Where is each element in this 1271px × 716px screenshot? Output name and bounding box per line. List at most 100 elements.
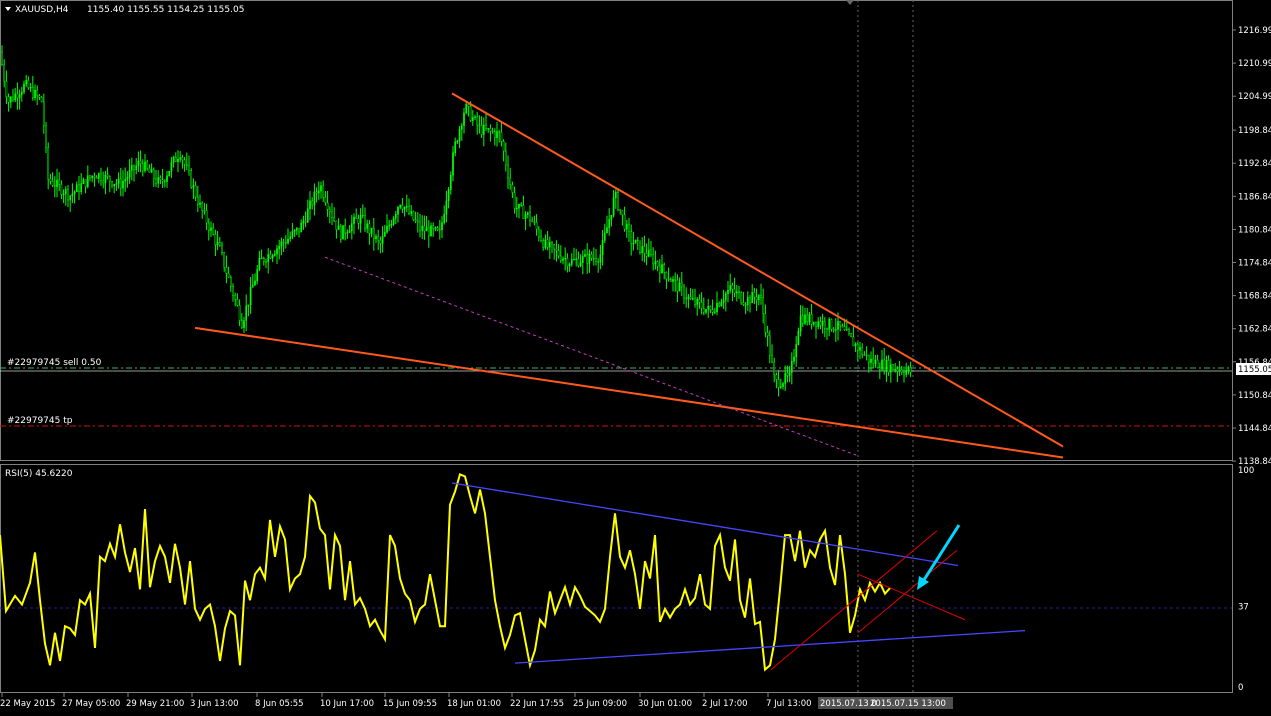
candle-body [144,161,146,172]
candle-body [47,147,50,180]
candle-body [474,116,476,118]
price-trendline[interactable] [451,92,1064,448]
candle-body [720,302,723,307]
candle-body [425,227,428,232]
time-tick-label: 25 Jun 09:00 [573,699,627,709]
candle-body [700,302,703,309]
candle-body [753,292,756,298]
candle-body [738,291,740,293]
candle-body [876,359,879,368]
candle-body [850,333,853,338]
candle-body [62,193,65,196]
candle-body [520,203,523,206]
chart-menu-triangle-icon[interactable] [5,7,11,11]
candle-body [89,175,91,179]
candle-body [764,313,767,333]
candle-body [368,223,371,234]
candle-body [95,176,98,179]
candle-body [141,163,144,172]
candle-body [608,219,611,228]
candle-body [529,212,531,221]
candle-body [199,202,201,205]
price-tick-label: 1144.84 [1238,424,1271,434]
candle-body [289,236,292,240]
candle-body [67,189,69,201]
candle-body [430,225,432,237]
candle-body [687,296,690,300]
candle-body [359,214,362,224]
candle-body [476,116,479,126]
candle-body [82,179,85,184]
candle-body [491,130,494,133]
candle-body [60,184,63,196]
candle-body [69,195,72,201]
candle-body [669,279,672,282]
candle-body [355,216,358,219]
rsi-trendline[interactable] [857,549,958,634]
candle-body [458,129,461,142]
arrow-annotation-icon[interactable] [917,524,961,590]
candle-body [654,261,657,265]
rsi-axis: 100 37 0 [1238,466,1254,693]
candle-body [779,386,782,388]
price-trendlines[interactable] [194,92,1064,459]
candle-body [234,295,237,300]
price-tick-label: 1150.84 [1238,391,1271,401]
candle-body [647,249,650,257]
candle-body [874,359,877,364]
time-tick-label: 2 Jul 17:00 [702,699,748,709]
candle-body [854,343,857,347]
candle-body [166,175,168,182]
candle-body [379,239,382,244]
rsi-tick-label: 0 [1238,683,1243,693]
candle-body [463,112,465,126]
rsi-series [0,472,891,672]
candle-body [353,216,355,224]
candle-body [691,298,694,300]
candle-body [707,306,710,310]
candle-body [135,165,138,170]
candle-body [518,203,520,209]
candle-body [760,295,762,298]
candle-body [524,214,527,219]
rsi-tick-label: 37 [1238,603,1249,613]
candle-body [812,321,815,325]
candle-body [724,293,727,301]
candle-body [150,169,153,173]
candle-body [628,224,630,232]
candle-body [570,259,573,265]
candle-body [113,183,116,187]
candle-body [3,64,6,82]
candle-body [276,248,278,255]
trading-chart[interactable]: XAUUSD,H4 1155.40 1155.55 1154.25 1155.0… [0,0,1271,716]
time-tick-label: 30 Jun 01:00 [638,699,692,709]
rsi-trendline[interactable] [451,482,959,567]
candle-body [526,212,529,215]
candle-body [555,248,558,251]
candle-body [771,355,773,363]
candle-body [381,236,384,244]
symbol-label: XAUUSD,H4 [15,5,69,15]
candle-body [260,257,263,260]
candle-body [18,94,21,99]
candle-body [672,279,674,282]
rsi-trendline[interactable] [857,573,966,621]
time-tick-label: 18 Jun 01:00 [447,699,501,709]
candle-body [346,232,349,234]
candle-body [324,197,327,204]
candle-body [797,330,800,345]
candle-body [909,366,912,373]
candle-body [480,124,483,135]
candle-body [210,227,212,231]
candle-body [742,302,745,305]
candle-body [397,207,399,215]
candle-body [551,242,553,245]
price-trendline[interactable] [194,326,1064,459]
candle-body [599,254,602,263]
candle-body [731,285,734,290]
candle-body [469,106,472,121]
rsi-trendline[interactable] [514,629,1026,664]
candle-body [678,282,681,292]
candle-body [227,273,230,278]
candle-body [856,343,859,351]
